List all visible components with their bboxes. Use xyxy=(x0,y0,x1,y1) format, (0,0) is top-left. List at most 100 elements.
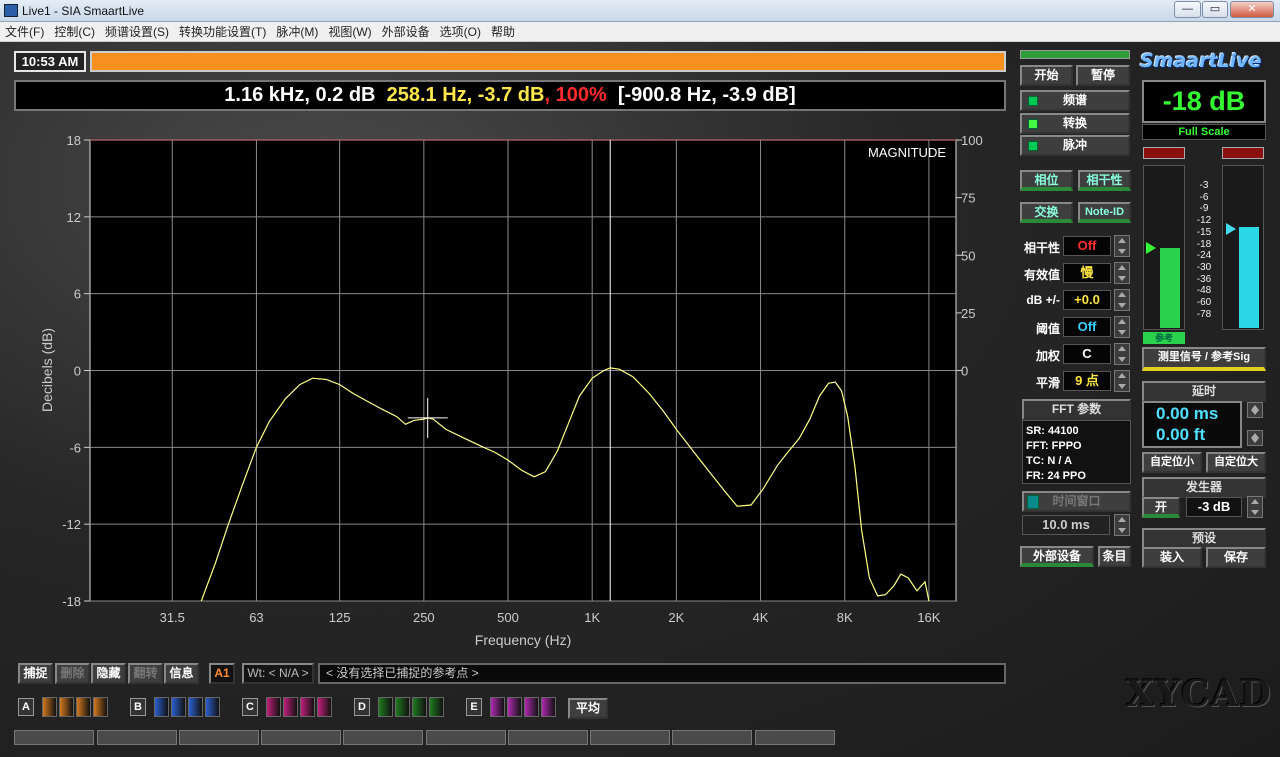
impulse-mode-button[interactable]: 脉冲 xyxy=(1020,135,1130,156)
param-label: 加权 xyxy=(1035,349,1060,363)
channel-b-slot[interactable] xyxy=(154,697,169,717)
start-button[interactable]: 开始 xyxy=(1020,65,1073,86)
plot-tab-7[interactable] xyxy=(508,730,588,745)
smaartlive-logo: SmaartLive xyxy=(1140,50,1268,76)
auto-locate-small-button[interactable]: 自定位小 xyxy=(1142,452,1202,473)
plot-tab-5[interactable] xyxy=(343,730,423,745)
x-tick-label: 250 xyxy=(413,610,435,625)
plot-tab-4[interactable] xyxy=(261,730,341,745)
param-value[interactable]: Off xyxy=(1063,317,1111,337)
info-button[interactable]: 信息 xyxy=(164,663,199,684)
plot-tab-3[interactable] xyxy=(179,730,259,745)
channel-b-slot[interactable] xyxy=(205,697,220,717)
channel-e-slot[interactable] xyxy=(490,697,505,717)
generator-on-button[interactable]: 开 xyxy=(1142,497,1180,518)
param-spinner[interactable] xyxy=(1114,370,1130,392)
meter-scale-tick: -48 xyxy=(1196,285,1212,297)
time-window-spinner[interactable] xyxy=(1114,514,1130,536)
channel-a-slot[interactable] xyxy=(76,697,91,717)
transfer-lamp xyxy=(1028,119,1038,129)
channel-label-c[interactable]: C xyxy=(242,698,258,716)
meter-scale-tick: -78 xyxy=(1196,308,1212,320)
swap-button[interactable]: 交换 xyxy=(1020,202,1073,223)
channel-e-slot[interactable] xyxy=(524,697,539,717)
channel-label-b[interactable]: B xyxy=(130,698,146,716)
channel-d-slot[interactable] xyxy=(395,697,410,717)
preset-title: 预设 xyxy=(1142,528,1266,549)
param-value[interactable]: +0.0 xyxy=(1063,290,1111,310)
preset-save-button[interactable]: 保存 xyxy=(1206,547,1266,568)
plot-tab-9[interactable] xyxy=(672,730,752,745)
plot-tab-1[interactable] xyxy=(14,730,94,745)
channel-b-slot[interactable] xyxy=(171,697,186,717)
y-tick-label: 6 xyxy=(74,287,81,302)
delay-up[interactable] xyxy=(1247,402,1263,418)
transfer-mode-button[interactable]: 转换 xyxy=(1020,113,1130,134)
meter-scale-tick: -6 xyxy=(1199,191,1209,203)
note-id-button[interactable]: Note-ID xyxy=(1078,202,1131,223)
channel-e-slot[interactable] xyxy=(541,697,556,717)
x-tick-label: 31.5 xyxy=(160,610,185,625)
param-spinner[interactable] xyxy=(1114,316,1130,338)
meter-left-level xyxy=(1160,248,1180,328)
time-window-value[interactable]: 10.0 ms xyxy=(1022,515,1110,535)
channel-c-slot[interactable] xyxy=(300,697,315,717)
run-indicator xyxy=(1020,50,1130,59)
preset-load-button[interactable]: 装入 xyxy=(1142,547,1202,568)
param-value[interactable]: 慢 xyxy=(1063,263,1111,283)
generator-title: 发生器 xyxy=(1142,477,1266,498)
channel-a-slot[interactable] xyxy=(42,697,57,717)
y2-tick-label: 100 xyxy=(961,133,983,148)
pause-button[interactable]: 暂停 xyxy=(1076,65,1130,86)
param-spinner[interactable] xyxy=(1114,343,1130,365)
generator-level[interactable]: -3 dB xyxy=(1186,497,1242,517)
coherence-button[interactable]: 相干性 xyxy=(1078,170,1131,191)
generator-level-spinner[interactable] xyxy=(1247,496,1263,518)
time-window-button[interactable]: 时间窗口 xyxy=(1022,491,1131,512)
plot-tab-2[interactable] xyxy=(97,730,177,745)
param-value[interactable]: C xyxy=(1063,344,1111,364)
channel-d-slot[interactable] xyxy=(412,697,427,717)
weighting-display[interactable]: Wt: < N/A > xyxy=(242,663,314,684)
channel-a-slot[interactable] xyxy=(59,697,74,717)
external-device-button[interactable]: 外部设备 xyxy=(1020,546,1094,567)
time-window-lamp xyxy=(1027,495,1039,509)
channel-c-slot[interactable] xyxy=(317,697,332,717)
param-value[interactable]: 9 点 xyxy=(1063,371,1111,391)
param-spinner[interactable] xyxy=(1114,262,1130,284)
spectrum-mode-button[interactable]: 频谱 xyxy=(1020,90,1130,111)
spectrum-label: 频谱 xyxy=(1062,93,1087,107)
param-value[interactable]: Off xyxy=(1063,236,1111,256)
hide-button[interactable]: 隐藏 xyxy=(91,663,126,684)
channel-d-slot[interactable] xyxy=(378,697,393,717)
channel-d-slot[interactable] xyxy=(429,697,444,717)
channel-e-slot[interactable] xyxy=(507,697,522,717)
channel-c-slot[interactable] xyxy=(266,697,281,717)
channel-label-a[interactable]: A xyxy=(18,698,34,716)
capture-button[interactable]: 捕捉 xyxy=(18,663,53,684)
y-tick-label: 0 xyxy=(74,364,81,379)
phase-button[interactable]: 相位 xyxy=(1020,170,1073,191)
flip-button[interactable]: 翻转 xyxy=(128,663,163,684)
delete-button[interactable]: 删除 xyxy=(55,663,90,684)
entry-button[interactable]: 条目 xyxy=(1098,546,1131,567)
meter-right-level xyxy=(1239,227,1259,328)
plot-tab-6[interactable] xyxy=(426,730,506,745)
plot-tab-10[interactable] xyxy=(755,730,835,745)
param-spinner[interactable] xyxy=(1114,235,1130,257)
y2-tick-label: 0 xyxy=(961,364,968,379)
reference-slot[interactable]: A1 xyxy=(209,663,235,684)
signal-reference-button[interactable]: 测里信号 / 参考Sig xyxy=(1142,347,1266,371)
channel-b-slot[interactable] xyxy=(188,697,203,717)
plot-tab-8[interactable] xyxy=(590,730,670,745)
channel-a-slot[interactable] xyxy=(93,697,108,717)
average-button[interactable]: 平均 xyxy=(568,698,608,719)
auto-locate-large-button[interactable]: 自定位大 xyxy=(1206,452,1266,473)
delay-down[interactable] xyxy=(1247,430,1263,446)
x-tick-label: 125 xyxy=(329,610,351,625)
channel-c-slot[interactable] xyxy=(283,697,298,717)
delay-title: 延时 xyxy=(1142,381,1266,402)
channel-label-e[interactable]: E xyxy=(466,698,482,716)
param-spinner[interactable] xyxy=(1114,289,1130,311)
channel-label-d[interactable]: D xyxy=(354,698,370,716)
